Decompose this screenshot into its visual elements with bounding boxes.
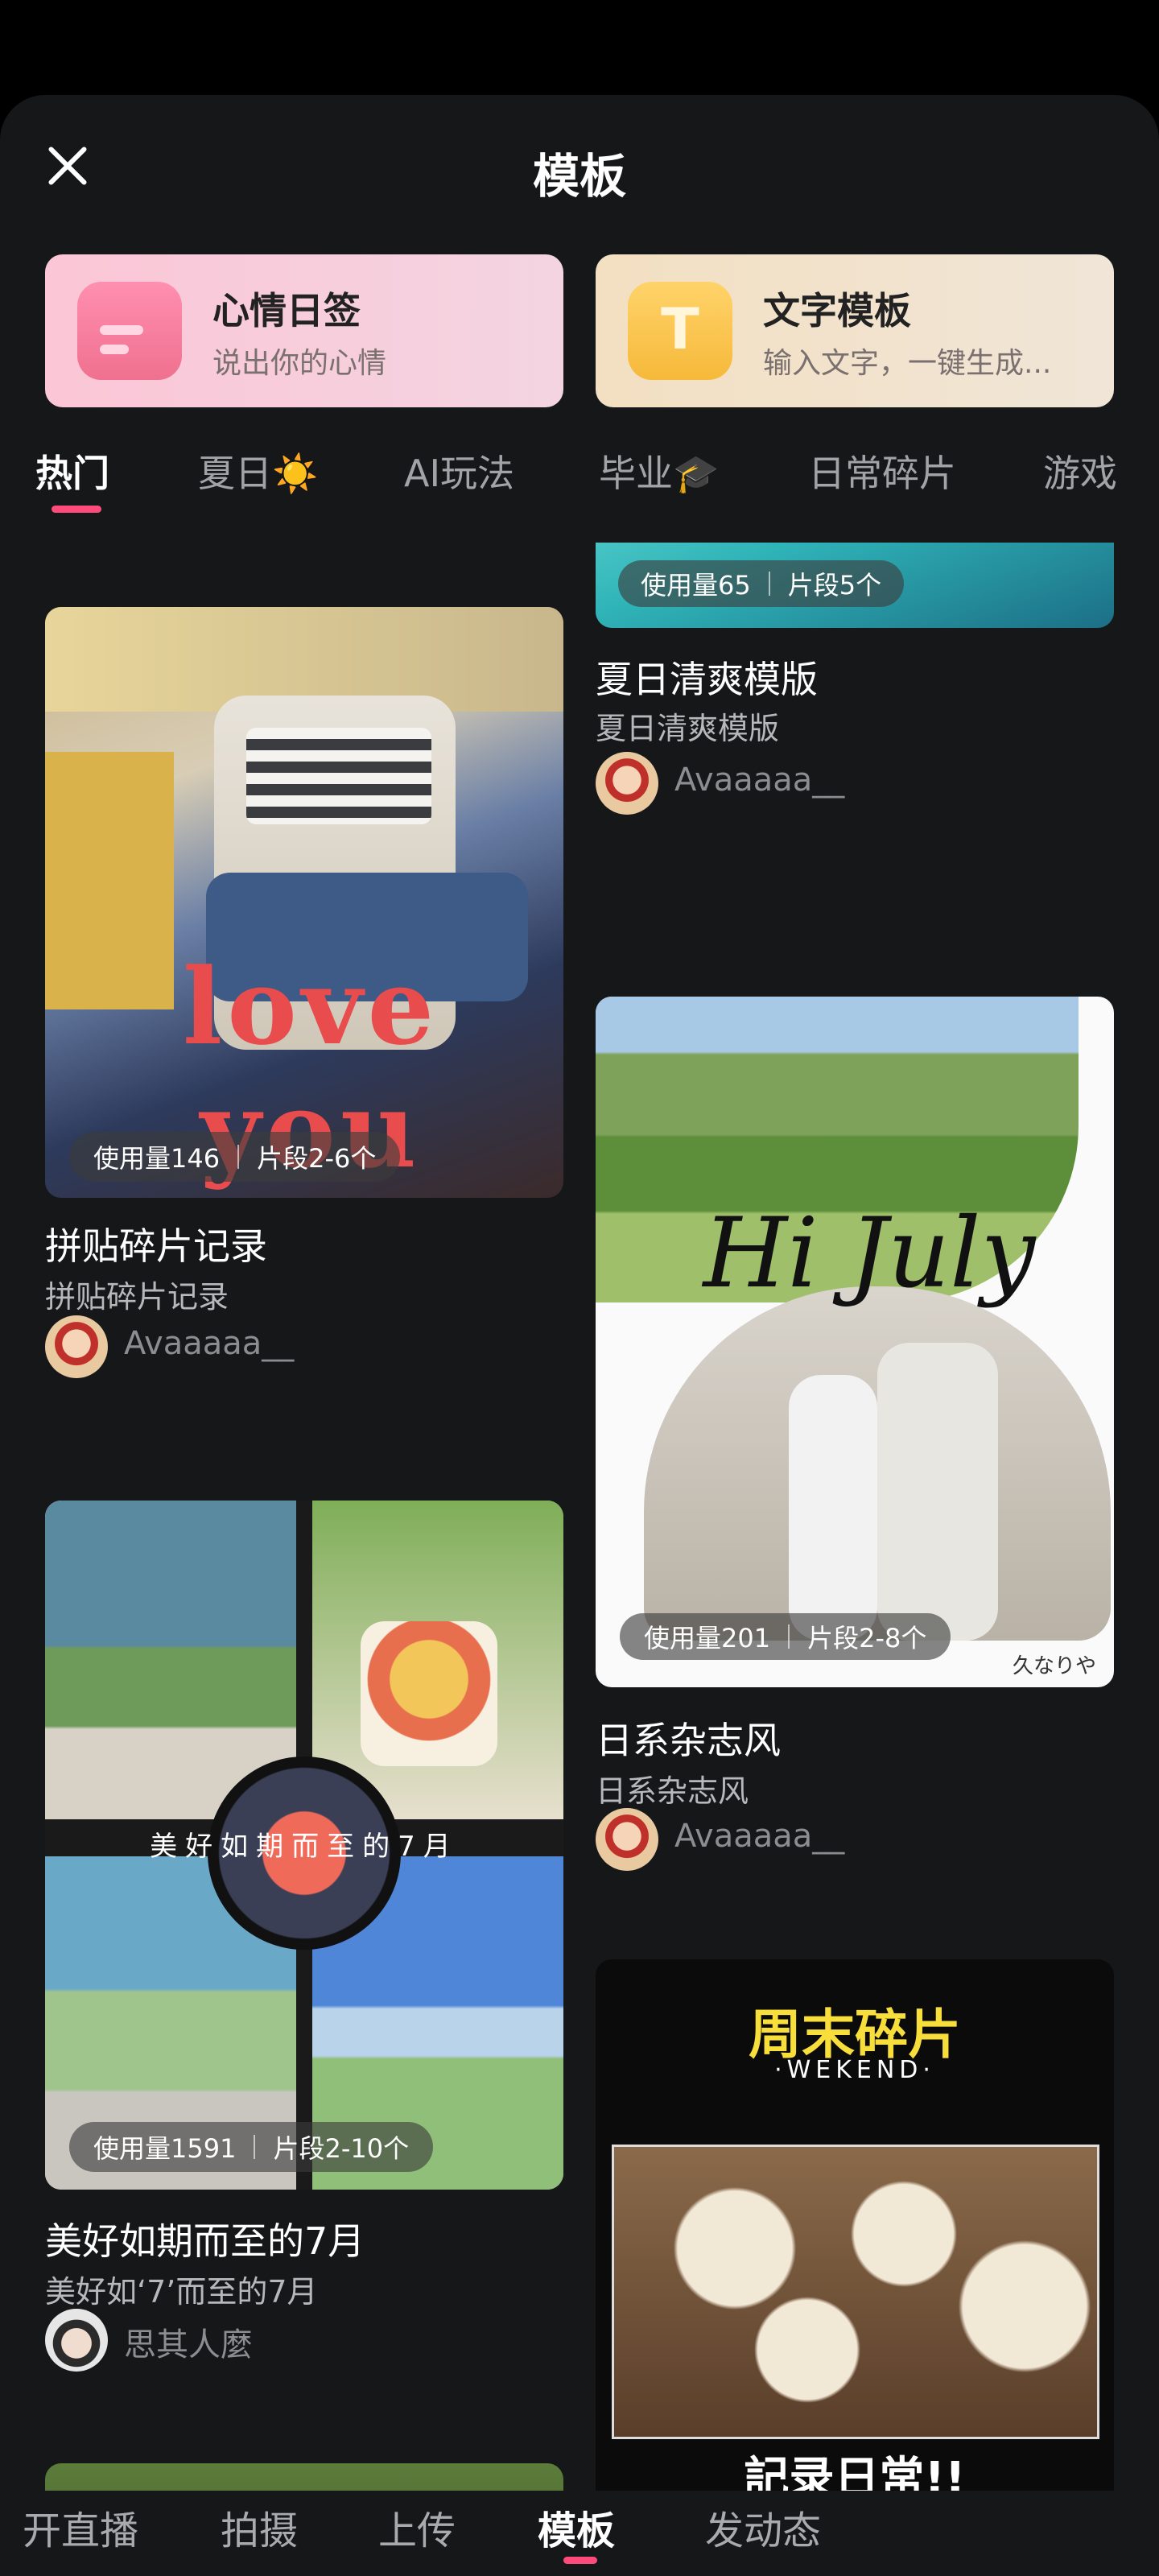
usage-badge: 使用量1591 片段2-10个 bbox=[69, 2122, 434, 2172]
template-title: 夏日清爽模版 bbox=[596, 658, 818, 701]
text-card-subtitle: 输入文字，一键生成... bbox=[763, 347, 1052, 380]
segment-count: 片段2-10个 bbox=[273, 2133, 410, 2164]
nav-live[interactable]: 开直播 bbox=[23, 2499, 138, 2555]
mood-card[interactable]: 心情日签 说出你的心情 bbox=[45, 254, 563, 407]
bottom-nav: 开直播 拍摄 上传 模板 发动态 bbox=[0, 2491, 1159, 2576]
template-title: 美好如期而至的7月 bbox=[45, 2219, 365, 2263]
header: 模板 bbox=[0, 95, 1159, 232]
thumbnail-subtitle: ·WEKEND· bbox=[774, 2056, 935, 2084]
category-tabs: 热门 夏日☀️ AI玩法 毕业🎓 日常碎片 游戏 bbox=[0, 433, 1159, 522]
text-card-title: 文字模板 bbox=[763, 289, 911, 332]
tab-graduation[interactable]: 毕业🎓 bbox=[599, 444, 719, 497]
author-name[interactable]: Avaaaaa__ bbox=[124, 1325, 294, 1362]
usage-badge: 使用量65 片段5个 bbox=[618, 560, 905, 607]
template-sheet: 模板 心情日签 说出你的心情 T 文字模板 输入文字，一键生成... 热门 夏日… bbox=[0, 95, 1159, 2576]
tab-daily[interactable]: 日常碎片 bbox=[808, 444, 956, 497]
template-title: 拼贴碎片记录 bbox=[45, 1224, 267, 1268]
tab-hot[interactable]: 热门 bbox=[35, 444, 109, 497]
template-card[interactable]: 美好如期而至的7月 使用量1591 片段2-10个 美好如期而至的7月 美好如‘7… bbox=[45, 1501, 563, 2372]
template-card[interactable]: Hi July 久なりや 使用量201 片段2-8个 日系杂志风 日系杂志风 Av… bbox=[596, 997, 1114, 1871]
nav-post[interactable]: 发动态 bbox=[705, 2499, 821, 2555]
text-icon: T bbox=[628, 282, 732, 380]
calendar-icon bbox=[77, 282, 182, 380]
mood-card-title: 心情日签 bbox=[212, 289, 361, 332]
template-thumbnail: Hi July 久なりや bbox=[596, 997, 1114, 1687]
tab-ai[interactable]: AI玩法 bbox=[404, 444, 514, 497]
tab-indicator bbox=[52, 506, 101, 513]
template-thumbnail: 美好如期而至的7月 bbox=[45, 1501, 563, 2190]
template-card[interactable]: love you 使用量146 片段2-6个 拼贴碎片记录 拼贴碎片记录 Avaa… bbox=[45, 607, 563, 1380]
template-thumbnail: love you bbox=[45, 607, 563, 1198]
mood-card-subtitle: 说出你的心情 bbox=[212, 347, 387, 380]
tab-summer[interactable]: 夏日☀️ bbox=[198, 444, 318, 497]
thumbnail-text: Hi July bbox=[703, 1198, 1036, 1310]
avatar[interactable] bbox=[45, 2309, 108, 2372]
template-subtitle: 美好如‘7’而至的7月 bbox=[45, 2274, 318, 2310]
nav-shoot[interactable]: 拍摄 bbox=[221, 2499, 298, 2555]
avatar[interactable] bbox=[596, 1808, 658, 1871]
author-name[interactable]: Avaaaaa__ bbox=[674, 762, 844, 799]
template-card[interactable] bbox=[45, 2463, 563, 2491]
segment-count: 片段2-8个 bbox=[807, 1623, 927, 1653]
template-feed[interactable]: love you 使用量146 片段2-6个 拼贴碎片记录 拼贴碎片记录 Avaa… bbox=[0, 543, 1159, 2491]
usage-count: 使用量65 bbox=[641, 570, 751, 601]
thumbnail-footer: 記录日常!! bbox=[744, 2453, 966, 2491]
quick-cards: 心情日签 说出你的心情 T 文字模板 输入文字，一键生成... bbox=[45, 254, 1114, 407]
page-title: 模板 bbox=[532, 149, 626, 204]
author-name[interactable]: 思其人麼 bbox=[124, 2318, 253, 2365]
nav-indicator bbox=[563, 2557, 597, 2564]
usage-count: 使用量1591 bbox=[93, 2133, 237, 2164]
usage-badge: 使用量146 片段2-6个 bbox=[69, 1132, 401, 1182]
template-card[interactable]: 使用量65 片段5个 夏日清爽模版 夏日清爽模版 Avaaaaa__ bbox=[596, 543, 1114, 921]
template-subtitle: 日系杂志风 bbox=[596, 1773, 749, 1809]
usage-count: 使用量201 bbox=[644, 1623, 771, 1653]
text-icon-glyph: T bbox=[661, 296, 699, 362]
template-subtitle: 拼贴碎片记录 bbox=[45, 1279, 229, 1315]
text-template-card[interactable]: T 文字模板 输入文字，一键生成... bbox=[596, 254, 1114, 407]
template-title: 日系杂志风 bbox=[596, 1719, 781, 1762]
tab-games[interactable]: 游戏 bbox=[1043, 444, 1117, 497]
nav-templates[interactable]: 模板 bbox=[538, 2499, 615, 2555]
thumbnail-text: 美好如期而至的7月 bbox=[150, 1831, 459, 1863]
thumbnail-caption: 久なりや bbox=[1012, 1654, 1096, 1678]
author-name[interactable]: Avaaaaa__ bbox=[674, 1818, 844, 1855]
usage-badge: 使用量201 片段2-8个 bbox=[620, 1613, 951, 1660]
avatar[interactable] bbox=[596, 752, 658, 815]
template-thumbnail bbox=[45, 2463, 563, 2491]
avatar[interactable] bbox=[45, 1315, 108, 1378]
segment-count: 片段2-6个 bbox=[257, 1143, 377, 1174]
template-subtitle: 夏日清爽模版 bbox=[596, 711, 780, 746]
segment-count: 片段5个 bbox=[787, 570, 882, 601]
usage-count: 使用量146 bbox=[93, 1143, 221, 1174]
nav-upload[interactable]: 上传 bbox=[378, 2499, 456, 2555]
template-card[interactable]: 周末碎片 ·WEKEND· 記录日常!! bbox=[596, 1959, 1114, 2491]
status-bar bbox=[0, 0, 1159, 95]
template-thumbnail: 周末碎片 ·WEKEND· 記录日常!! bbox=[596, 1959, 1114, 2491]
